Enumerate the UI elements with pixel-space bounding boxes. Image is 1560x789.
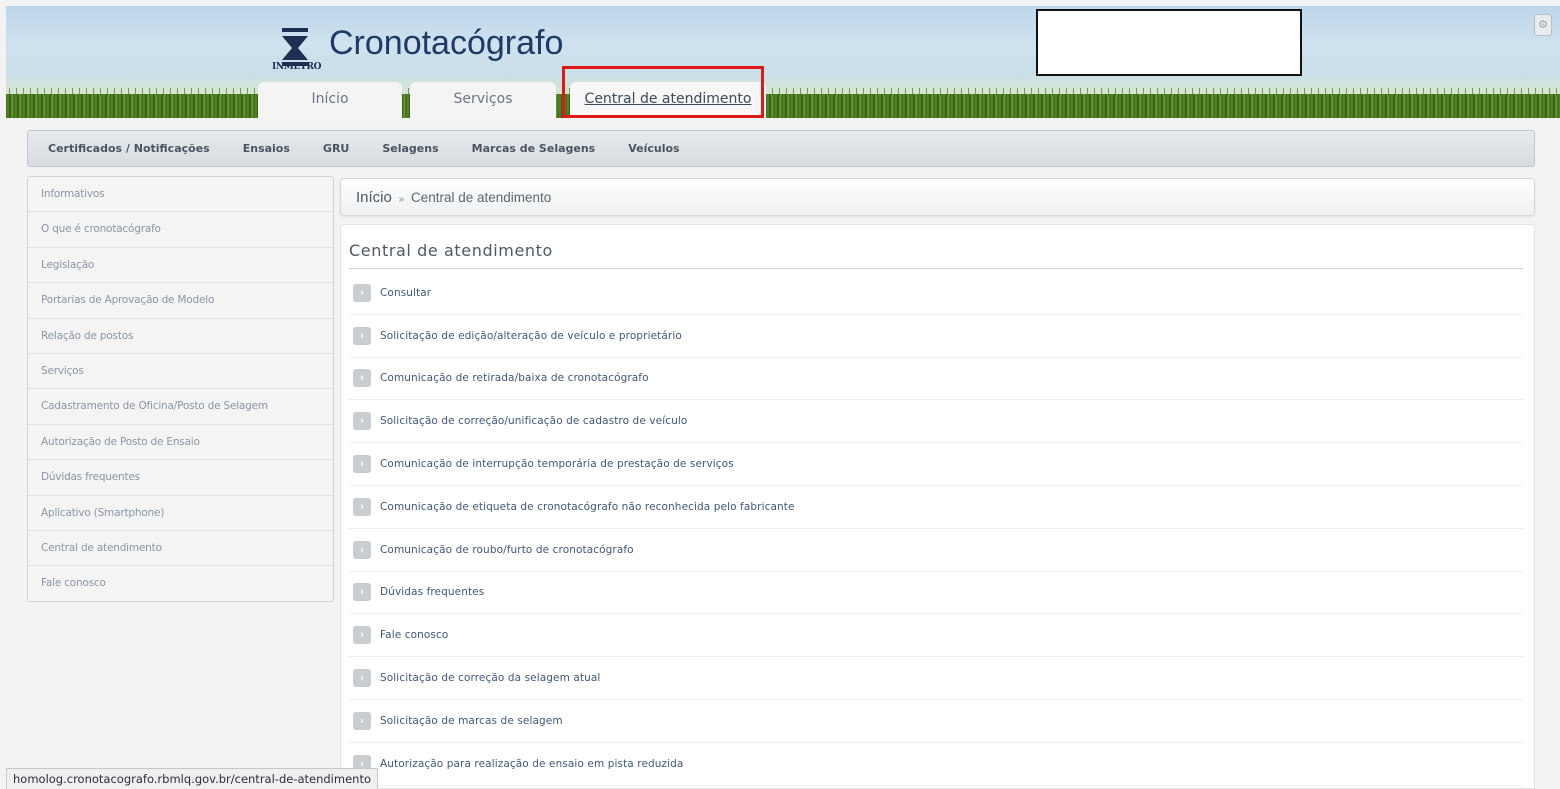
service-label[interactable]: Solicitação de correção da selagem atual xyxy=(380,672,600,684)
service-item-correcao-selagem[interactable]: › Solicitação de correção da selagem atua… xyxy=(349,657,1523,700)
redacted-box xyxy=(1036,9,1302,76)
service-label[interactable]: Dúvidas frequentes xyxy=(380,586,484,598)
breadcrumb: Início » Central de atendimento xyxy=(340,178,1535,216)
chevron-right-icon: › xyxy=(353,283,371,302)
subnav-item-marcas-de-selagens[interactable]: Marcas de Selagens xyxy=(472,142,596,155)
tab-inicio[interactable]: Início xyxy=(258,82,402,118)
service-item-fale-conosco[interactable]: › Fale conosco xyxy=(349,614,1523,658)
service-item-edicao-veiculo[interactable]: › Solicitação de edição/alteração de veíc… xyxy=(349,315,1523,358)
service-label[interactable]: Consultar xyxy=(380,287,431,299)
tab-servicos[interactable]: Serviços xyxy=(410,82,556,118)
service-label[interactable]: Solicitação de edição/alteração de veícu… xyxy=(380,330,682,342)
service-label[interactable]: Comunicação de etiqueta de cronotacógraf… xyxy=(380,501,795,513)
sidebar-item-cadastramento[interactable]: Cadastramento de Oficina/Posto de Selage… xyxy=(28,389,333,425)
service-item-interrupcao[interactable]: › Comunicação de interrupção temporária d… xyxy=(349,443,1523,486)
gear-icon[interactable]: ⚙ xyxy=(1534,14,1552,36)
service-item-marcas-selagem[interactable]: › Solicitação de marcas de selagem xyxy=(349,700,1523,743)
breadcrumb-current: Central de atendimento xyxy=(410,190,552,205)
chevron-right-icon: › xyxy=(353,497,371,516)
sidebar-item-central[interactable]: Central de atendimento xyxy=(28,531,333,567)
grass-banner xyxy=(6,88,1560,118)
sidebar-item-fale-conosco[interactable]: Fale conosco xyxy=(28,566,333,601)
chevron-right-icon: › xyxy=(353,669,371,688)
chevron-right-icon: › xyxy=(353,369,371,388)
service-label[interactable]: Autorização para realização de ensaio em… xyxy=(380,758,683,770)
page-title: Central de atendimento xyxy=(349,241,553,260)
sidebar-item-relacao-postos[interactable]: Relação de postos xyxy=(28,319,333,354)
service-item-pista-reduzida[interactable]: › Autorização para realização de ensaio e… xyxy=(349,743,1523,786)
service-label[interactable]: Solicitação de marcas de selagem xyxy=(380,715,563,727)
chevron-right-icon: › xyxy=(353,711,371,730)
chevron-right-icon: › xyxy=(353,626,371,645)
breadcrumb-home-link[interactable]: Início xyxy=(356,189,392,206)
service-label[interactable]: Comunicação de roubo/furto de cronotacóg… xyxy=(380,544,634,556)
logo-text: INMETRO xyxy=(272,62,322,72)
service-list: › Consultar › Solicitação de edição/altera… xyxy=(349,272,1523,786)
sidebar: Informativos O que é cronotacógrafo Legi… xyxy=(27,176,334,602)
breadcrumb-separator: » xyxy=(398,194,405,205)
sidebar-item-duvidas[interactable]: Dúvidas frequentes xyxy=(28,460,333,496)
service-item-retirada-baixa[interactable]: › Comunicação de retirada/baixa de cronot… xyxy=(349,358,1523,401)
title-divider xyxy=(349,268,1523,269)
service-label[interactable]: Comunicação de retirada/baixa de cronota… xyxy=(380,372,649,384)
subnav-item-gru[interactable]: GRU xyxy=(323,142,349,155)
sidebar-item-informativos[interactable]: Informativos xyxy=(28,177,333,213)
service-label[interactable]: Solicitação de correção/unificação de ca… xyxy=(380,415,687,427)
chevron-right-icon: › xyxy=(353,540,371,559)
sidebar-item-servicos[interactable]: Serviços xyxy=(28,354,333,390)
service-item-roubo-furto[interactable]: › Comunicação de roubo/furto de cronotacó… xyxy=(349,529,1523,572)
service-item-duvidas[interactable]: › Dúvidas frequentes xyxy=(349,572,1523,615)
service-item-correcao-cadastro[interactable]: › Solicitação de correção/unificação de c… xyxy=(349,400,1523,444)
tab-central-de-atendimento[interactable]: Central de atendimento xyxy=(570,82,766,118)
sidebar-item-o-que-e[interactable]: O que é cronotacógrafo xyxy=(28,212,333,248)
chevron-right-icon: › xyxy=(353,583,371,602)
sidebar-item-portarias[interactable]: Portarias de Aprovação de Modelo xyxy=(28,283,333,319)
main-panel: Central de atendimento › Consultar › Solic… xyxy=(340,224,1535,789)
chevron-right-icon: › xyxy=(353,455,371,474)
chevron-right-icon: › xyxy=(353,326,371,345)
subnav-item-veiculos[interactable]: Veículos xyxy=(628,142,679,155)
subnav-item-selagens[interactable]: Selagens xyxy=(382,142,438,155)
sidebar-item-aplicativo[interactable]: Aplicativo (Smartphone) xyxy=(28,496,333,531)
sidebar-item-legislacao[interactable]: Legislação xyxy=(28,248,333,284)
chevron-right-icon: › xyxy=(353,412,371,431)
service-item-etiqueta[interactable]: › Comunicação de etiqueta de cronotacógra… xyxy=(349,486,1523,529)
subnav-item-certificados[interactable]: Certificados / Notificações xyxy=(48,142,210,155)
status-bar-url: homolog.cronotacografo.rbmlq.gov.br/cent… xyxy=(6,768,378,789)
service-item-consultar[interactable]: › Consultar xyxy=(349,272,1523,315)
site-title[interactable]: Cronotacógrafo xyxy=(329,24,563,63)
sidebar-item-autorizacao[interactable]: Autorização de Posto de Ensaio xyxy=(28,425,333,461)
service-label[interactable]: Fale conosco xyxy=(380,629,448,641)
service-label[interactable]: Comunicação de interrupção temporária de… xyxy=(380,458,734,470)
site-header: INMETRO Cronotacógrafo ⚙ Início Serviços… xyxy=(6,6,1560,118)
subnav-item-ensaios[interactable]: Ensaios xyxy=(243,142,290,155)
sub-navigation: Certificados / Notificações Ensaios GRU … xyxy=(27,130,1535,167)
